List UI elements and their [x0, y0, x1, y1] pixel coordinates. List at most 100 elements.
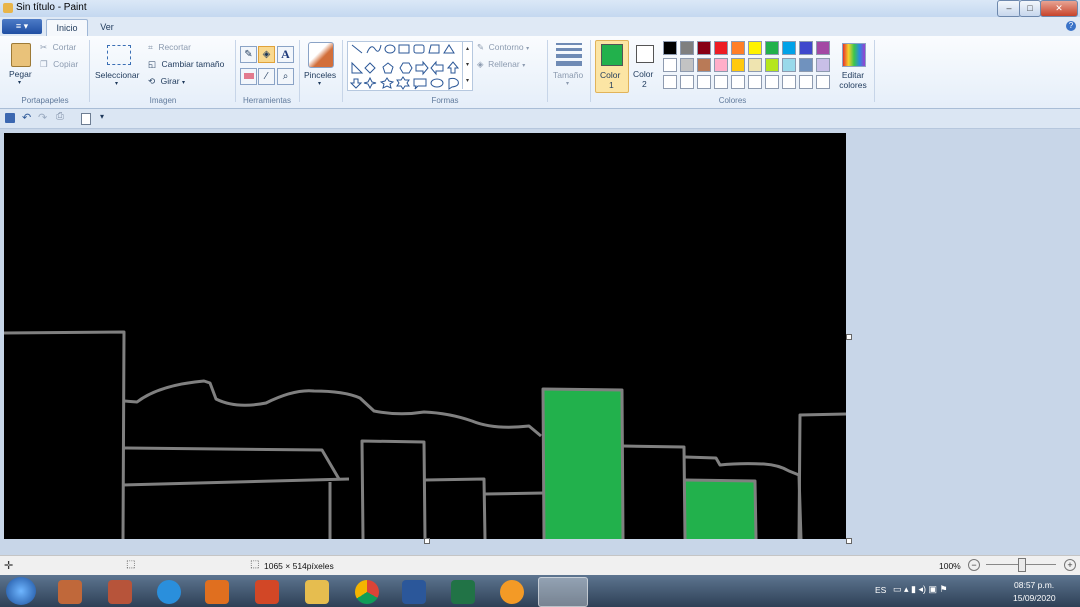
fill-label: Rellenar: [488, 59, 520, 69]
redo-icon[interactable]: ↷: [38, 111, 47, 124]
palette-color-swatch[interactable]: [714, 58, 728, 72]
tab-inicio[interactable]: Inicio: [46, 19, 88, 37]
tab-ver[interactable]: Ver: [90, 19, 124, 36]
palette-custom-swatch[interactable]: [765, 75, 779, 89]
palette-color-swatch[interactable]: [663, 58, 677, 72]
palette-color-swatch[interactable]: [799, 41, 813, 55]
palette-color-swatch[interactable]: [731, 58, 745, 72]
palette-custom-swatch[interactable]: [714, 75, 728, 89]
outline-button[interactable]: ✎ Contorno ▾: [477, 42, 543, 54]
palette-custom-swatch[interactable]: [748, 75, 762, 89]
palette-color-swatch[interactable]: [782, 41, 796, 55]
group-label-image: Imagen: [149, 96, 177, 105]
file-explorer-icon[interactable]: [305, 580, 329, 604]
brush-icon: [308, 42, 334, 68]
palette-color-swatch[interactable]: [731, 41, 745, 55]
drawing-canvas[interactable]: [3, 133, 847, 540]
ribbon-tab-row: [0, 17, 1080, 37]
brushes-button[interactable]: Pinceles ▾: [302, 41, 340, 91]
help-icon[interactable]: ?: [1066, 21, 1076, 31]
palette-color-swatch[interactable]: [680, 58, 694, 72]
select-button[interactable]: Seleccionar ▾: [93, 41, 143, 91]
copy-button[interactable]: ❐ Copiar: [40, 59, 86, 71]
palette-color-swatch[interactable]: [816, 58, 830, 72]
resize-icon: ◱: [148, 59, 157, 69]
palette-custom-swatch[interactable]: [782, 75, 796, 89]
palette-color-swatch[interactable]: [765, 41, 779, 55]
palette-custom-swatch[interactable]: [799, 75, 813, 89]
fill-bucket-icon[interactable]: ◈: [258, 46, 275, 63]
powerpoint-icon[interactable]: [255, 580, 279, 604]
crop-button[interactable]: ⌗ Recortar: [148, 42, 228, 54]
palette-color-swatch[interactable]: [714, 41, 728, 55]
group-label-clipboard: Portapapeles: [21, 96, 69, 105]
crop-icon: ⌗: [148, 42, 153, 52]
zoom-out-button[interactable]: −: [968, 559, 980, 571]
zoom-slider-thumb[interactable]: [1018, 558, 1026, 572]
excel-icon[interactable]: [451, 580, 475, 604]
palette-custom-swatch[interactable]: [663, 75, 677, 89]
minimize-button[interactable]: –: [997, 0, 1021, 17]
palette-color-swatch[interactable]: [697, 58, 711, 72]
customize-qat-icon[interactable]: ▾: [100, 112, 104, 121]
system-tray-icons[interactable]: ▭ ▴ ▮ ◂) ▣ ⚑: [893, 584, 948, 595]
palette-color-swatch[interactable]: [765, 58, 779, 72]
close-button[interactable]: ✕: [1040, 0, 1078, 17]
shapes-scroll[interactable]: ▴ ▾ ▾: [462, 41, 472, 89]
print-icon[interactable]: ⎙: [56, 111, 64, 122]
start-button[interactable]: [6, 577, 36, 605]
shapes-gallery[interactable]: [347, 41, 473, 91]
paint-taskbar-button[interactable]: [538, 577, 588, 607]
small-building-outline: [424, 477, 487, 540]
palette-color-swatch[interactable]: [816, 41, 830, 55]
resize-handle-corner[interactable]: [846, 538, 852, 544]
rotate-button[interactable]: ⟲ Girar ▾: [148, 76, 208, 88]
magnifier-icon[interactable]: ⌕: [277, 68, 294, 85]
app-icon[interactable]: [108, 580, 132, 604]
pencil-icon[interactable]: ✎: [240, 46, 257, 63]
green-filled-building: [685, 480, 756, 539]
group-label-shapes: Formas: [431, 96, 459, 105]
color-picker-icon[interactable]: ⁄: [258, 68, 275, 85]
color1-swatch: [601, 44, 623, 66]
text-tool-icon[interactable]: A: [277, 46, 294, 63]
settings-app-icon[interactable]: [500, 580, 524, 604]
new-file-icon[interactable]: [81, 113, 91, 125]
palette-color-swatch[interactable]: [680, 41, 694, 55]
color2-button[interactable]: Color 2: [630, 40, 660, 91]
save-icon[interactable]: [5, 113, 15, 123]
media-player-icon[interactable]: [205, 580, 229, 604]
edit-colors-button[interactable]: Editar colores: [838, 41, 872, 91]
baseball-glove-icon[interactable]: [58, 580, 82, 604]
resize-handle-right[interactable]: [846, 334, 852, 340]
cut-button[interactable]: ✂ Cortar: [40, 42, 86, 54]
palette-custom-swatch[interactable]: [731, 75, 745, 89]
ribbon-separator: [342, 40, 343, 102]
word-icon[interactable]: [402, 580, 426, 604]
clock-time[interactable]: 08:57 p.m.: [1014, 580, 1054, 590]
chrome-icon[interactable]: [355, 580, 379, 604]
fill-button[interactable]: ◈ Rellenar ▾: [477, 59, 543, 71]
resize-button[interactable]: ◱ Cambiar tamaño: [148, 59, 232, 71]
eraser-icon[interactable]: [240, 68, 257, 85]
palette-custom-swatch[interactable]: [697, 75, 711, 89]
resize-handle-bottom[interactable]: [424, 538, 430, 544]
color1-button[interactable]: Color 1: [595, 40, 629, 93]
file-menu-button[interactable]: ≡ ▾: [2, 19, 42, 34]
size-button[interactable]: Tamaño ▾: [552, 41, 586, 91]
zoom-in-button[interactable]: +: [1064, 559, 1076, 571]
palette-color-swatch[interactable]: [782, 58, 796, 72]
maximize-button[interactable]: □: [1019, 0, 1041, 17]
paste-button[interactable]: Pegar ▾: [6, 41, 36, 91]
palette-color-swatch[interactable]: [799, 58, 813, 72]
palette-custom-swatch[interactable]: [816, 75, 830, 89]
clock-date[interactable]: 15/09/2020: [1013, 593, 1056, 603]
language-indicator[interactable]: ES: [875, 585, 886, 595]
palette-color-swatch[interactable]: [748, 41, 762, 55]
palette-color-swatch[interactable]: [748, 58, 762, 72]
palette-color-swatch[interactable]: [663, 41, 677, 55]
undo-icon[interactable]: ↶: [22, 111, 31, 124]
internet-explorer-icon[interactable]: [157, 580, 181, 604]
palette-color-swatch[interactable]: [697, 41, 711, 55]
palette-custom-swatch[interactable]: [680, 75, 694, 89]
